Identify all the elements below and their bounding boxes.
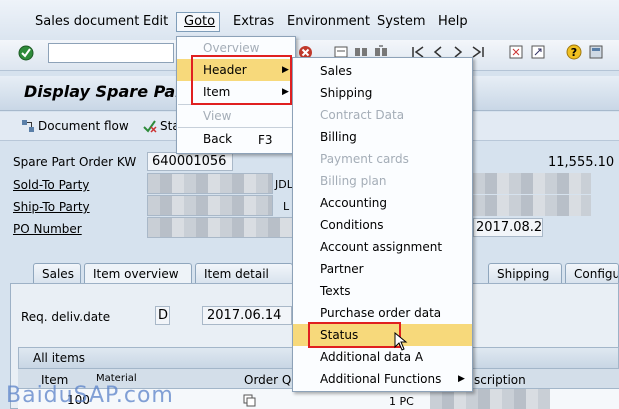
submenu-account-assignment[interactable]: Account assignment bbox=[293, 236, 472, 258]
submenu-sales[interactable]: Sales bbox=[293, 60, 472, 82]
submenu-texts[interactable]: Texts bbox=[293, 280, 472, 302]
submenu-accounting[interactable]: Accounting bbox=[293, 192, 472, 214]
submenu-purchase-order-data[interactable]: Purchase order data bbox=[293, 302, 472, 324]
copy-icon[interactable] bbox=[242, 393, 256, 407]
submenu-payment-cards: Payment cards bbox=[320, 152, 409, 166]
submenu-conditions[interactable]: Conditions bbox=[293, 214, 472, 236]
submenu-billing[interactable]: Billing bbox=[293, 126, 472, 148]
ship-to-party-field[interactable] bbox=[147, 195, 273, 216]
svg-text:?: ? bbox=[571, 46, 577, 59]
help-icon[interactable]: ? bbox=[566, 44, 582, 60]
submenu-additional-functions[interactable]: Additional Functions bbox=[293, 368, 472, 390]
status-overview-icon bbox=[143, 120, 157, 133]
spare-part-order-field[interactable]: 640001056 bbox=[147, 152, 233, 171]
menu-edit[interactable]: Edit bbox=[143, 14, 168, 29]
net-value: 11,555.10 bbox=[548, 155, 615, 170]
enter-check-icon[interactable] bbox=[18, 45, 34, 61]
po-number-field[interactable] bbox=[147, 217, 293, 238]
po-date-field[interactable]: 2017.08.27 bbox=[473, 218, 543, 237]
req-deliv-date-field[interactable]: 2017.06.14 bbox=[202, 306, 292, 325]
goto-view-item: View bbox=[203, 109, 232, 123]
mouse-cursor-icon bbox=[394, 332, 408, 351]
command-field[interactable] bbox=[48, 43, 174, 63]
menu-sales-document[interactable]: Sales document bbox=[35, 14, 139, 29]
po-number-label[interactable]: PO Number bbox=[13, 222, 82, 236]
submenu-contract-data: Contract Data bbox=[320, 108, 405, 122]
tab-sales[interactable]: Sales bbox=[33, 263, 81, 284]
ship-to-party-name-blur bbox=[473, 195, 591, 216]
req-deliv-type-field[interactable]: D bbox=[155, 306, 170, 325]
column-description[interactable]: scription bbox=[474, 373, 526, 387]
document-flow-button[interactable]: Document flow bbox=[38, 119, 129, 133]
menu-goto[interactable]: Goto bbox=[184, 14, 215, 29]
submenu-billing-plan: Billing plan bbox=[320, 174, 387, 188]
tab-configuration[interactable]: Configu bbox=[565, 263, 619, 284]
header-item-highlight-box bbox=[191, 55, 292, 105]
document-flow-icon bbox=[22, 120, 34, 132]
submenu-shipping[interactable]: Shipping bbox=[293, 82, 472, 104]
goto-back-shortcut: F3 bbox=[258, 133, 273, 147]
layout-menu-icon[interactable] bbox=[588, 44, 604, 60]
additional-functions-arrow-icon: ▶ bbox=[458, 374, 465, 384]
goto-back-item[interactable]: Back bbox=[177, 128, 295, 150]
page-title: Display Spare Par bbox=[24, 82, 184, 101]
row-uom: 1 PC bbox=[389, 395, 414, 408]
tab-shipping[interactable]: Shipping bbox=[488, 263, 562, 284]
menu-system[interactable]: System bbox=[377, 14, 425, 29]
sold-to-party-field[interactable] bbox=[147, 173, 273, 194]
submenu-partner[interactable]: Partner bbox=[293, 258, 472, 280]
submenu-additional-data-a[interactable]: Additional data A bbox=[293, 346, 472, 368]
spare-part-order-label: Spare Part Order KW bbox=[13, 155, 137, 169]
menu-environment[interactable]: Environment bbox=[287, 14, 370, 29]
req-deliv-date-label: Req. deliv.date bbox=[21, 310, 111, 324]
shortcut-icon[interactable] bbox=[530, 44, 546, 60]
watermark: BaiduSAP.com bbox=[6, 383, 174, 408]
tab-item-overview[interactable]: Item overview bbox=[84, 263, 192, 284]
column-order-quantity[interactable]: Order Qu bbox=[244, 373, 299, 387]
ship-to-party-partial-text: L bbox=[283, 200, 290, 213]
ship-to-party-label[interactable]: Ship-To Party bbox=[13, 200, 90, 214]
new-session-icon[interactable] bbox=[508, 44, 524, 60]
status-item-highlight-box bbox=[308, 322, 401, 348]
all-items-label: All items bbox=[33, 351, 86, 365]
menu-help[interactable]: Help bbox=[438, 14, 468, 29]
tab-item-detail[interactable]: Item detail bbox=[195, 263, 293, 284]
sold-to-party-label[interactable]: Sold-To Party bbox=[13, 178, 89, 192]
row-description-blur bbox=[430, 389, 550, 409]
sold-to-party-partial-text: JDL bbox=[275, 178, 293, 191]
sold-to-party-name-blur bbox=[473, 173, 591, 194]
menu-extras[interactable]: Extras bbox=[233, 14, 274, 29]
